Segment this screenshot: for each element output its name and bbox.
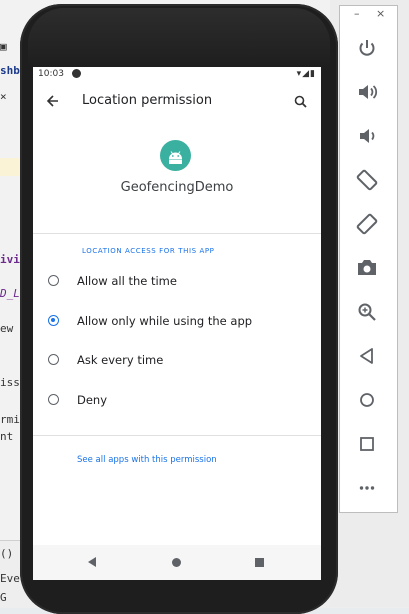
option-allow-all-the-time[interactable]: Allow all the time	[33, 267, 321, 297]
minimize-button[interactable]: –	[354, 7, 360, 20]
option-ask-every-time[interactable]: Ask every time	[33, 346, 321, 376]
zoom-icon[interactable]	[354, 299, 380, 325]
page-title: Location permission	[82, 93, 213, 108]
android-app-icon	[160, 140, 191, 171]
search-icon[interactable]	[291, 92, 311, 112]
volume-up-icon[interactable]	[354, 79, 380, 105]
camera-icon[interactable]	[354, 255, 380, 281]
divider	[33, 233, 321, 234]
status-bar: 10:03 ▾◢▮	[33, 67, 321, 83]
option-label: Ask every time	[77, 353, 164, 367]
overview-icon[interactable]	[354, 431, 380, 457]
nav-home-icon[interactable]	[172, 558, 181, 567]
radio-button[interactable]	[48, 394, 59, 405]
radio-button[interactable]	[48, 354, 59, 365]
system-nav-bar	[33, 545, 321, 580]
radio-button[interactable]	[48, 275, 59, 286]
emulator-window-controls: – ×	[340, 6, 397, 24]
more-icon[interactable]	[354, 475, 380, 501]
close-button[interactable]: ×	[376, 7, 385, 20]
nav-back-icon[interactable]	[88, 557, 96, 567]
back-icon[interactable]	[354, 343, 380, 369]
status-time: 10:03	[38, 69, 64, 79]
divider	[33, 435, 321, 436]
radio-button-selected[interactable]	[48, 315, 59, 326]
rotate-right-icon[interactable]	[354, 211, 380, 237]
notification-icon	[72, 69, 81, 78]
status-icons: ▾◢▮	[296, 69, 316, 79]
power-icon[interactable]	[354, 35, 380, 61]
app-bar: Location permission	[33, 83, 321, 123]
app-name: GeofencingDemo	[120, 180, 234, 195]
device-screen: 10:03 ▾◢▮ Location permission Geofencing…	[33, 67, 321, 580]
rotate-left-icon[interactable]	[354, 167, 380, 193]
option-label: Allow all the time	[77, 274, 177, 288]
home-icon[interactable]	[354, 387, 380, 413]
see-all-apps-link[interactable]: See all apps with this permission	[77, 455, 217, 465]
section-header: LOCATION ACCESS FOR THIS APP	[82, 247, 215, 255]
arrow-back-icon[interactable]	[43, 91, 63, 111]
option-label: Allow only while using the app	[77, 314, 253, 328]
nav-overview-icon[interactable]	[255, 558, 264, 567]
emulator-toolbar: – ×	[339, 5, 398, 513]
option-deny[interactable]: Deny	[33, 386, 321, 416]
option-allow-while-using[interactable]: Allow only while using the app	[33, 307, 321, 337]
option-label: Deny	[77, 393, 108, 407]
phone-top-bezel	[28, 8, 330, 68]
volume-down-icon[interactable]	[354, 123, 380, 149]
